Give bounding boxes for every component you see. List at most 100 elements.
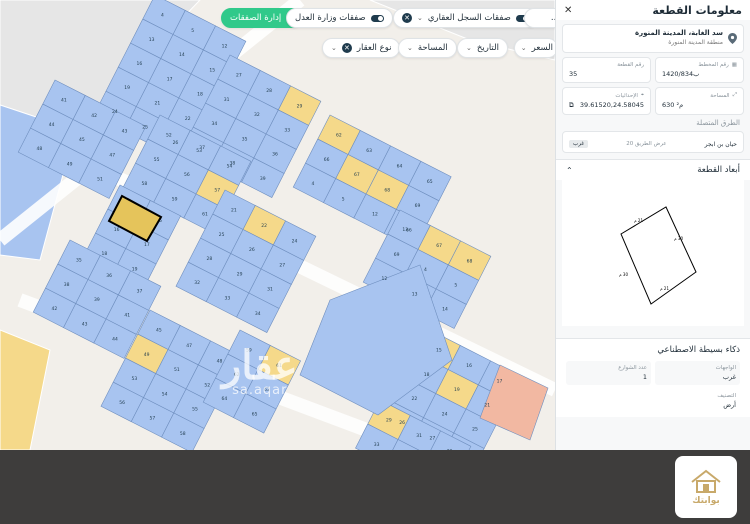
parcel-label: 43 bbox=[82, 321, 88, 327]
parcel-label: 65 bbox=[427, 179, 433, 185]
location-line1: سد الغابة، المدينة المنورة bbox=[634, 29, 723, 37]
grid-icon: ▦ bbox=[731, 62, 737, 68]
parcel-label: 36 bbox=[272, 152, 278, 158]
parcel-label: 17 bbox=[144, 242, 150, 248]
toggle-icon bbox=[370, 14, 384, 22]
parcel-label: 54 bbox=[162, 391, 168, 397]
parcel-label: 18 bbox=[424, 372, 430, 378]
parcel-label: 69 bbox=[415, 203, 421, 209]
parcel-label: 41 bbox=[61, 98, 67, 104]
chevron-up-icon[interactable]: ⌃ bbox=[566, 166, 573, 175]
parcel-label: 69 bbox=[394, 252, 400, 258]
date-filter[interactable]: التاريخ ⌄ bbox=[457, 38, 508, 58]
parcel-label: 19 bbox=[454, 387, 460, 393]
parcel-label: 16 bbox=[114, 227, 120, 233]
parcel-label: 59 bbox=[172, 196, 178, 202]
ruler-icon: ⤢ bbox=[732, 92, 737, 98]
parcel-info-panel: معلومات القطعة ✕ سد الغابة، المدينة المن… bbox=[555, 0, 750, 450]
parcel-label: 63 bbox=[366, 148, 372, 154]
parcel-label: 24 bbox=[112, 109, 118, 115]
parcel-label: 21 bbox=[484, 403, 490, 409]
parcel-label: 32 bbox=[254, 112, 260, 118]
parcel-label: 25 bbox=[472, 427, 478, 433]
location-line2: منطقة المدينة المنورة bbox=[668, 39, 723, 46]
edge-label-left: 30 م bbox=[619, 272, 628, 277]
edge-label-right: 30 م bbox=[674, 236, 683, 241]
parcel-label: 12 bbox=[382, 276, 388, 282]
streets-count-card: عدد الشوارع 1 bbox=[566, 361, 651, 385]
parcel-label: 33 bbox=[374, 442, 380, 448]
house-icon bbox=[691, 469, 721, 493]
parcel-label: 44 bbox=[112, 337, 118, 343]
footer-bar: بوابتك bbox=[0, 450, 750, 524]
facades-card: الواجهات غرب bbox=[655, 361, 740, 385]
ai-section: ذكاء بسيطة الاصطناعي الواجهات غرب عدد ال… bbox=[556, 338, 750, 417]
parcel-label: 32 bbox=[194, 280, 200, 286]
property-type-filter[interactable]: نوع العقار ✕ ⌄ bbox=[322, 38, 401, 58]
parcel-label: 19 bbox=[132, 266, 138, 272]
street-width: عرض الطريق 20 bbox=[626, 141, 667, 147]
parcel-label: 27 bbox=[279, 263, 285, 269]
chevron-down-icon: ⌄ bbox=[466, 44, 472, 52]
price-filter[interactable]: السعر ⌄ bbox=[514, 38, 555, 58]
parcel-label: 68 bbox=[467, 259, 473, 265]
close-icon[interactable]: ✕ bbox=[341, 43, 352, 53]
parcel-label: 21 bbox=[231, 208, 237, 214]
parcel-label: 15 bbox=[436, 348, 442, 354]
parcel-label: 55 bbox=[192, 407, 198, 413]
parcel-label: 4 bbox=[424, 267, 427, 273]
dimensions-accordion[interactable]: أبعاد القطعة ⌃ bbox=[556, 159, 750, 180]
parcel-label: 25 bbox=[219, 232, 225, 238]
parcel-label: 51 bbox=[174, 367, 180, 373]
dimensions-diagram: 21 م 30 م 21 م 30 م bbox=[562, 180, 744, 326]
parcel-label: 45 bbox=[79, 137, 85, 143]
justice-deals-toggle[interactable]: صفقات وزارة العدل bbox=[286, 8, 393, 28]
parcel-label: 5 bbox=[191, 28, 194, 34]
parcel-label: 36 bbox=[106, 273, 112, 279]
parcel-number: 35 bbox=[569, 70, 578, 78]
parcel-label: 29 bbox=[297, 104, 303, 110]
parcel-label: 68 bbox=[384, 188, 390, 194]
parcel-label: 16 bbox=[466, 363, 472, 369]
panel-header: معلومات القطعة ✕ bbox=[556, 0, 750, 20]
streets-count-value: 1 bbox=[642, 373, 647, 381]
copy-icon[interactable]: ⧉ bbox=[569, 101, 574, 110]
parcel-label: 58 bbox=[142, 181, 148, 187]
parcel-label: 4 bbox=[161, 13, 164, 19]
parcel-label: 34 bbox=[212, 121, 218, 127]
parcel-label: 29 bbox=[386, 418, 392, 424]
parcel-label: 17 bbox=[497, 379, 503, 385]
parcel-label: 16 bbox=[137, 61, 143, 67]
parcel-label: 37 bbox=[137, 289, 143, 295]
close-icon[interactable]: ✕ bbox=[564, 5, 572, 16]
parcel-label: 5 bbox=[454, 283, 457, 289]
parcel-label: 4 bbox=[312, 181, 315, 187]
close-icon[interactable]: ✕ bbox=[402, 13, 412, 23]
parcel-label: 22 bbox=[185, 116, 191, 122]
type-card: التصنيف أرض bbox=[566, 389, 740, 413]
brand-logo: بوابتك bbox=[675, 456, 737, 518]
registry-deals-toggle[interactable]: صفقات السجل العقاري ⌄ ✕ bbox=[393, 8, 538, 28]
chevron-down-icon: ⌄ bbox=[331, 44, 337, 52]
parcel-number-card: رقم القطعة 35 bbox=[562, 57, 651, 83]
map-view[interactable]: 4 5 12 13 14 15 16 17 18 19 21 22 24 25 26 27 28 29 31 32 33… bbox=[0, 0, 555, 450]
ai-title: ذكاء بسيطة الاصطناعي bbox=[657, 345, 740, 355]
chevron-down-icon: ⌄ bbox=[407, 44, 413, 52]
parcel-label: 21 bbox=[155, 100, 161, 106]
parcel-label: 17 bbox=[167, 76, 173, 82]
parcel-label: 49 bbox=[144, 352, 150, 358]
parcel-label: 24 bbox=[292, 239, 298, 245]
parcel-label: 45 bbox=[156, 328, 162, 334]
parcel-label: 19 bbox=[124, 85, 130, 91]
panel-title: معلومات القطعة bbox=[652, 3, 742, 17]
parcel-label: 28 bbox=[207, 256, 213, 262]
dimensions-title: أبعاد القطعة bbox=[697, 165, 740, 175]
parcel-label: 26 bbox=[399, 420, 405, 426]
area-filter[interactable]: المساحة ⌄ bbox=[398, 38, 457, 58]
cut-chip[interactable]: ... bbox=[524, 8, 555, 28]
parcel-label: 27 bbox=[430, 435, 436, 441]
street-direction-badge: غرب bbox=[569, 140, 589, 148]
parcel-label: 22 bbox=[261, 223, 267, 229]
logo-text: بوابتك bbox=[692, 496, 720, 506]
type-value: أرض bbox=[723, 401, 736, 409]
